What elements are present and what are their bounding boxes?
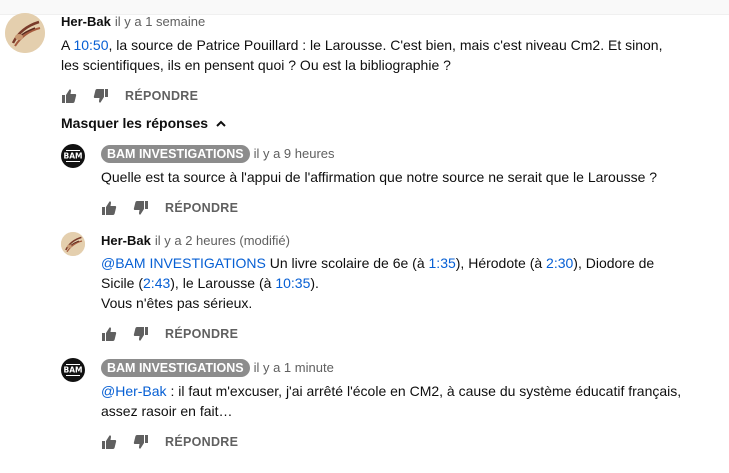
reply-header: Her-Bak il y a 2 heures (modifié) [101, 233, 290, 249]
reply-text-line: assez rasoir en fait… [101, 403, 233, 419]
comment-author[interactable]: Her-Bak [61, 14, 111, 29]
hide-replies-button[interactable]: Masquer les réponses [61, 115, 227, 131]
comment-text-line: les scientifiques, ils en pensent quoi ?… [61, 57, 451, 73]
bam-logo: BAM [63, 365, 83, 375]
reply-actions: RÉPONDRE [101, 432, 238, 452]
reply-text-part: ), le Larousse (à [170, 275, 276, 291]
avatar[interactable]: BAM [61, 358, 85, 382]
avatar-image [61, 232, 85, 256]
avatar-image [5, 13, 45, 53]
thumbs-up-icon[interactable] [101, 434, 117, 450]
comment-time[interactable]: il y a 1 semaine [115, 14, 205, 29]
comment-header: Her-Bak il y a 1 semaine [61, 14, 205, 30]
top-strip [0, 0, 729, 15]
comment-text-part: A [61, 37, 74, 53]
reply-text-part: Sicile ( [101, 275, 144, 291]
timestamp-link[interactable]: 1:35 [429, 255, 456, 271]
avatar[interactable] [61, 232, 85, 256]
reply-text-line: Vous n'êtes pas sérieux. [101, 295, 253, 311]
reply-time[interactable]: il y a 1 minute [254, 360, 334, 375]
thumbs-up-icon[interactable] [101, 326, 117, 342]
mention-link[interactable]: @BAM INVESTIGATIONS [101, 255, 266, 271]
reply-button[interactable]: RÉPONDRE [165, 435, 238, 449]
reply-text: Quelle est ta source à l'appui de l'affi… [101, 169, 658, 185]
hide-replies-label: Masquer les réponses [61, 115, 209, 131]
mention-link[interactable]: @Her-Bak [101, 383, 167, 399]
timestamp-link[interactable]: 10:50 [73, 37, 108, 53]
reply-actions: RÉPONDRE [101, 198, 238, 218]
avatar[interactable]: BAM [61, 144, 85, 168]
avatar[interactable] [5, 13, 45, 53]
comment-actions: RÉPONDRE [61, 86, 198, 106]
reply-actions: RÉPONDRE [101, 324, 238, 344]
reply-author[interactable]: Her-Bak [101, 233, 151, 248]
reply-time[interactable]: il y a 9 heures [254, 146, 335, 161]
reply-text-part: ), Diodore de [573, 255, 655, 271]
reply-button[interactable]: RÉPONDRE [165, 201, 238, 215]
reply-text: @BAM INVESTIGATIONS Un livre scolaire de… [101, 253, 654, 313]
comment-text: A 10:50, la source de Patrice Pouillard … [61, 35, 662, 75]
thumbs-down-icon[interactable] [93, 88, 109, 104]
reply-text-part: : il faut m'excuser, j'ai arrêté l'école… [166, 383, 682, 399]
bam-logo: BAM [63, 151, 83, 161]
reply-text-part: ), Hérodote (à [455, 255, 547, 271]
thumbs-down-icon[interactable] [133, 326, 149, 342]
reply-header: BAM INVESTIGATIONS il y a 1 minute [101, 359, 334, 377]
reply-text-part: Un livre scolaire de 6e (à [265, 255, 429, 271]
thumbs-down-icon[interactable] [133, 434, 149, 450]
reply-author-badge[interactable]: BAM INVESTIGATIONS [101, 359, 250, 377]
timestamp-link[interactable]: 2:30 [546, 255, 573, 271]
reply-time[interactable]: il y a 2 heures (modifié) [155, 233, 290, 248]
reply-button[interactable]: RÉPONDRE [125, 89, 198, 103]
timestamp-link[interactable]: 2:43 [143, 275, 170, 291]
thumbs-up-icon[interactable] [61, 88, 77, 104]
reply-text-part: ). [310, 275, 319, 291]
chevron-up-icon [216, 120, 226, 128]
thumbs-up-icon[interactable] [101, 200, 117, 216]
comment-text-part: , la source de Patrice Pouillard : le La… [108, 37, 663, 53]
reply-author-badge[interactable]: BAM INVESTIGATIONS [101, 145, 250, 163]
reply-text: @Her-Bak : il faut m'excuser, j'ai arrêt… [101, 381, 681, 421]
reply-header: BAM INVESTIGATIONS il y a 9 heures [101, 145, 335, 163]
reply-button[interactable]: RÉPONDRE [165, 327, 238, 341]
timestamp-link[interactable]: 10:35 [275, 275, 310, 291]
thumbs-down-icon[interactable] [133, 200, 149, 216]
